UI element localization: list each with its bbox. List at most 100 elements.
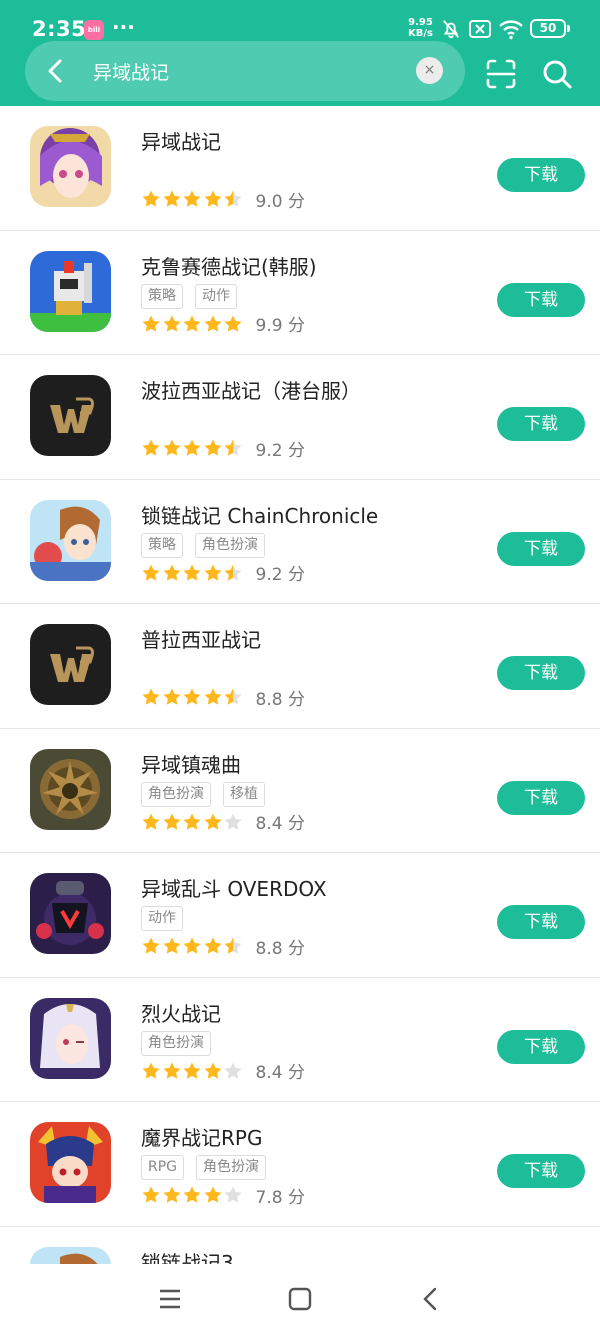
star-icon	[142, 1062, 160, 1079]
rating-score: 8.8 分	[255, 938, 305, 959]
rating-stars: 9.2 分	[141, 436, 305, 461]
app-tag: 策略	[141, 283, 183, 309]
anime-heroes-icon[interactable]	[30, 1246, 111, 1264]
star-icon	[183, 190, 201, 207]
star-icon	[224, 439, 242, 456]
scan-icon[interactable]	[484, 57, 518, 91]
home-icon[interactable]	[285, 1284, 315, 1314]
rating-score: 8.8 分	[255, 689, 305, 710]
rating-score: 8.4 分	[255, 814, 305, 834]
app-name[interactable]: 锁链战记3	[141, 1247, 234, 1265]
star-icon	[224, 1186, 242, 1203]
app-name[interactable]: 烈火战记	[141, 998, 221, 1027]
menu-icon[interactable]	[155, 1284, 185, 1314]
anime-heroes-icon[interactable]	[30, 499, 111, 581]
star-icon	[142, 190, 160, 207]
app-tag: 策略	[141, 532, 183, 558]
download-button[interactable]: 下载	[497, 1154, 585, 1188]
app-list-item[interactable]: 波拉西亚战记（港台服） 9.2 分 下载	[0, 355, 600, 480]
star-icon	[183, 439, 201, 456]
star-icon	[163, 439, 180, 456]
anime-girl-purple-icon[interactable]	[30, 126, 111, 207]
bronze-mask-icon[interactable]	[30, 748, 111, 830]
status-more-icon: ···	[112, 15, 135, 39]
search-results-list[interactable]: 异域战记 9.0 分下载 克鲁赛德战记(韩服) 策略 动作 9.9 分下载 波拉西亚…	[0, 106, 600, 1264]
app-tag: 动作	[195, 283, 237, 309]
wp-gold-logo-icon[interactable]	[30, 624, 111, 705]
app-name[interactable]: 克鲁赛德战记(韩服)	[141, 251, 317, 280]
app-tags: RPG 角色扮演	[141, 1155, 278, 1181]
star-icon	[183, 813, 201, 830]
download-button[interactable]: 下载	[497, 1029, 585, 1064]
star-icon	[183, 688, 201, 705]
rating-stars: 9.0 分	[141, 187, 305, 212]
back-arrow-icon[interactable]	[40, 55, 72, 87]
star-icon	[224, 1062, 242, 1079]
rating-score: 9.9 分	[255, 316, 305, 336]
app-list-item[interactable]: 异域乱斗 OVERDOX 动作 8.8 分 下载	[0, 853, 600, 978]
star-icon	[204, 439, 221, 456]
download-button[interactable]: 下载	[497, 407, 585, 441]
app-tags: 角色扮演	[141, 1030, 223, 1057]
star-icon	[163, 1062, 180, 1079]
star-icon	[204, 688, 221, 705]
app-name[interactable]: 普拉西亚战记	[141, 624, 261, 653]
rating-score: 9.2 分	[255, 565, 305, 585]
app-tag: 角色扮演	[141, 1030, 211, 1056]
download-button[interactable]: 下载	[497, 656, 585, 690]
app-tags: 动作	[141, 906, 195, 932]
app-tag: 动作	[141, 906, 183, 931]
battery-level: 50	[539, 21, 557, 35]
star-icon	[204, 937, 221, 954]
app-list-item[interactable]: 烈火战记角色扮演 8.4 分 下载	[0, 978, 600, 1102]
white-hair-girl-icon[interactable]	[30, 997, 111, 1079]
app-tags: 角色扮演 移植	[141, 781, 277, 808]
app-list-item[interactable]: 克鲁赛德战记(韩服) 策略 动作 9.9 分 下载	[0, 231, 600, 355]
star-icon	[204, 1186, 221, 1203]
star-icon	[183, 937, 201, 954]
search-bar[interactable]: 异域战记 ×	[25, 41, 465, 101]
app-name[interactable]: 异域镇魂曲	[141, 749, 241, 778]
app-tags: 策略 角色扮演	[141, 532, 277, 559]
app-list-item[interactable]: 锁链战记3	[0, 1227, 600, 1265]
download-button[interactable]: 下载	[497, 905, 585, 939]
app-name[interactable]: 锁链战记 ChainChronicle	[141, 500, 378, 529]
sim-off-icon	[469, 20, 491, 38]
battery-icon: 50	[530, 19, 566, 38]
star-icon	[163, 813, 180, 830]
app-list-item[interactable]: 锁链战记 ChainChronicle 策略 角色扮演 9.2 分 下载	[0, 480, 600, 604]
app-list-item[interactable]: 魔界战记RPG RPG 角色扮演 7.8 分 下载	[0, 1102, 600, 1227]
pixel-knight-icon[interactable]	[30, 250, 111, 332]
app-list-item[interactable]: 普拉西亚战记 8.8 分 下载	[0, 604, 600, 729]
star-icon	[163, 937, 180, 954]
app-name[interactable]: 异域乱斗 OVERDOX	[141, 873, 327, 902]
download-button[interactable]: 下载	[497, 158, 585, 192]
app-list-item[interactable]: 异域镇魂曲角色扮演 移植 8.4 分 下载	[0, 729, 600, 853]
app-name[interactable]: 波拉西亚战记（港台服）	[141, 375, 361, 404]
app-list-item[interactable]: 异域战记 9.0 分 下载	[0, 106, 600, 231]
star-icon	[142, 688, 160, 705]
star-icon	[224, 937, 242, 954]
download-button[interactable]: 下载	[497, 531, 585, 566]
star-icon	[183, 1186, 201, 1203]
clear-search-icon[interactable]: ×	[416, 57, 443, 84]
rating-stars: 8.4 分	[141, 1059, 305, 1083]
demon-prince-icon[interactable]	[30, 1122, 111, 1203]
app-name[interactable]: 异域战记	[141, 126, 221, 155]
rating-score: 9.2 分	[255, 440, 305, 461]
star-icon	[163, 564, 180, 581]
wp-gold-logo-icon[interactable]	[30, 375, 111, 456]
search-icon[interactable]	[540, 57, 574, 91]
wifi-icon	[499, 20, 523, 40]
app-name[interactable]: 魔界战记RPG	[141, 1122, 262, 1151]
app-tag: 角色扮演	[196, 1155, 267, 1180]
download-button[interactable]: 下载	[497, 780, 585, 815]
download-button[interactable]: 下载	[497, 282, 585, 317]
robot-helmet-icon[interactable]	[30, 873, 111, 954]
status-time: 2:35	[32, 17, 87, 41]
star-icon	[224, 315, 242, 332]
star-icon	[204, 813, 221, 830]
bell-muted-icon	[442, 20, 460, 39]
search-input[interactable]: 异域战记	[93, 58, 169, 85]
back-icon[interactable]	[416, 1284, 446, 1314]
